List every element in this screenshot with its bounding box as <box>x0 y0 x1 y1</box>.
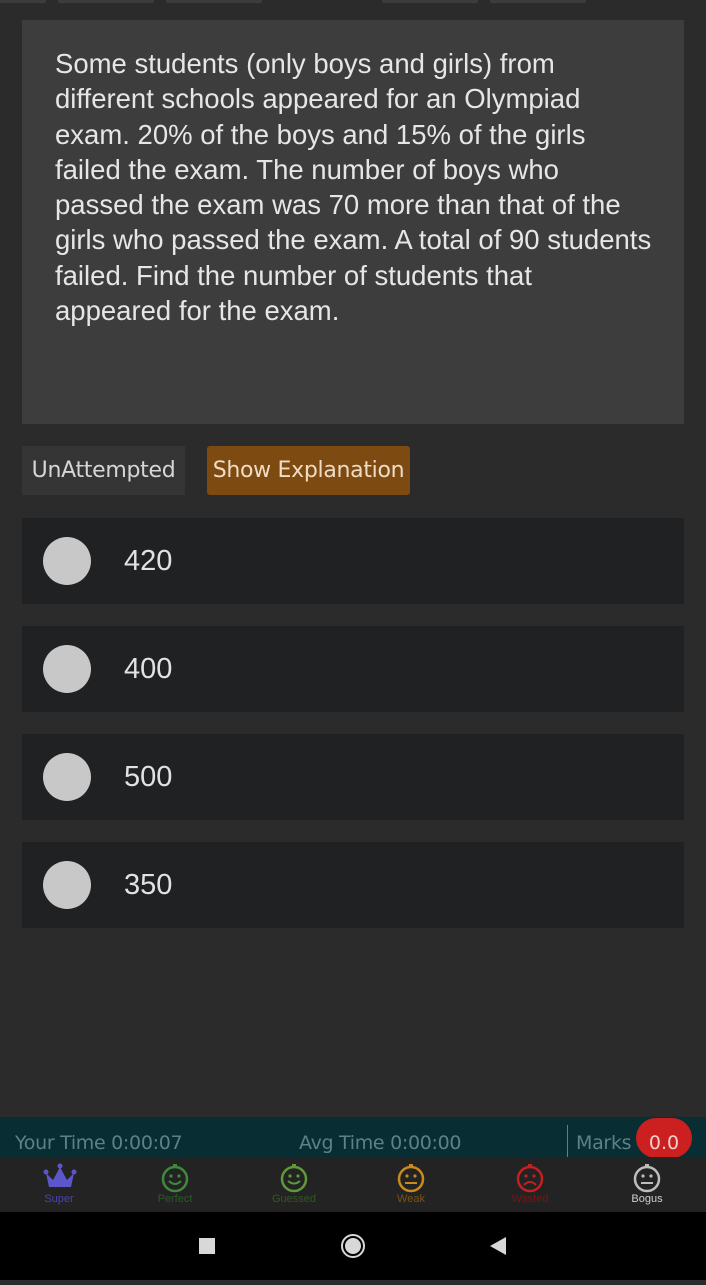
tab-weak-label: Weak <box>397 1193 425 1205</box>
tab-super[interactable]: Super <box>19 1157 99 1212</box>
time-bar: Your Time 0:00:07 Avg Time 0:00:00 Marks <box>0 1117 706 1165</box>
neutral-face-icon <box>397 1164 425 1193</box>
smile-icon <box>280 1164 308 1193</box>
option-2[interactable]: 400 <box>22 626 684 712</box>
smile-icon <box>161 1164 189 1193</box>
back-triangle-icon <box>490 1237 506 1255</box>
option-2-radio[interactable] <box>43 645 91 693</box>
option-1-radio[interactable] <box>43 537 91 585</box>
square-icon <box>199 1238 215 1254</box>
top-tab-remnants <box>0 0 706 6</box>
system-nav-bar <box>0 1212 706 1280</box>
option-2-label: 400 <box>124 653 173 685</box>
recents-button[interactable] <box>177 1212 237 1280</box>
tab-guessed-label: Guessed <box>271 1193 317 1205</box>
bottom-tab-bar: Super Perfect Guessed Weak Wasted Bogus <box>0 1157 706 1212</box>
attempt-status-chip: UnAttempted <box>22 446 185 495</box>
marks-badge: 0.0 <box>636 1118 692 1158</box>
tab-perfect-label: Perfect <box>157 1193 193 1205</box>
tab-guessed[interactable]: Guessed <box>254 1157 334 1212</box>
option-4-label: 350 <box>124 869 173 901</box>
neutral-face-icon <box>633 1164 661 1193</box>
tab-super-label: Super <box>44 1193 74 1205</box>
question-card: Some students (only boys and girls) from… <box>22 20 684 424</box>
option-4[interactable]: 350 <box>22 842 684 928</box>
option-1-label: 420 <box>124 545 173 577</box>
show-explanation-button[interactable]: Show Explanation <box>207 446 410 495</box>
option-4-radio[interactable] <box>43 861 91 909</box>
option-3-label: 500 <box>124 761 173 793</box>
option-3-radio[interactable] <box>43 753 91 801</box>
option-3[interactable]: 500 <box>22 734 684 820</box>
crown-icon <box>43 1163 77 1187</box>
tab-bogus-label: Bogus <box>631 1193 663 1205</box>
home-circle-icon <box>341 1234 365 1258</box>
tab-perfect[interactable]: Perfect <box>135 1157 215 1212</box>
tab-wasted-label: Wasted <box>511 1193 549 1205</box>
sad-face-icon <box>516 1164 544 1193</box>
option-1[interactable]: 420 <box>22 518 684 604</box>
back-button[interactable] <box>467 1212 527 1280</box>
tab-bogus[interactable]: Bogus <box>607 1157 687 1212</box>
question-text: Some students (only boys and girls) from… <box>55 48 652 327</box>
tab-weak[interactable]: Weak <box>371 1157 451 1212</box>
home-button[interactable] <box>323 1212 383 1280</box>
tab-wasted[interactable]: Wasted <box>490 1157 570 1212</box>
